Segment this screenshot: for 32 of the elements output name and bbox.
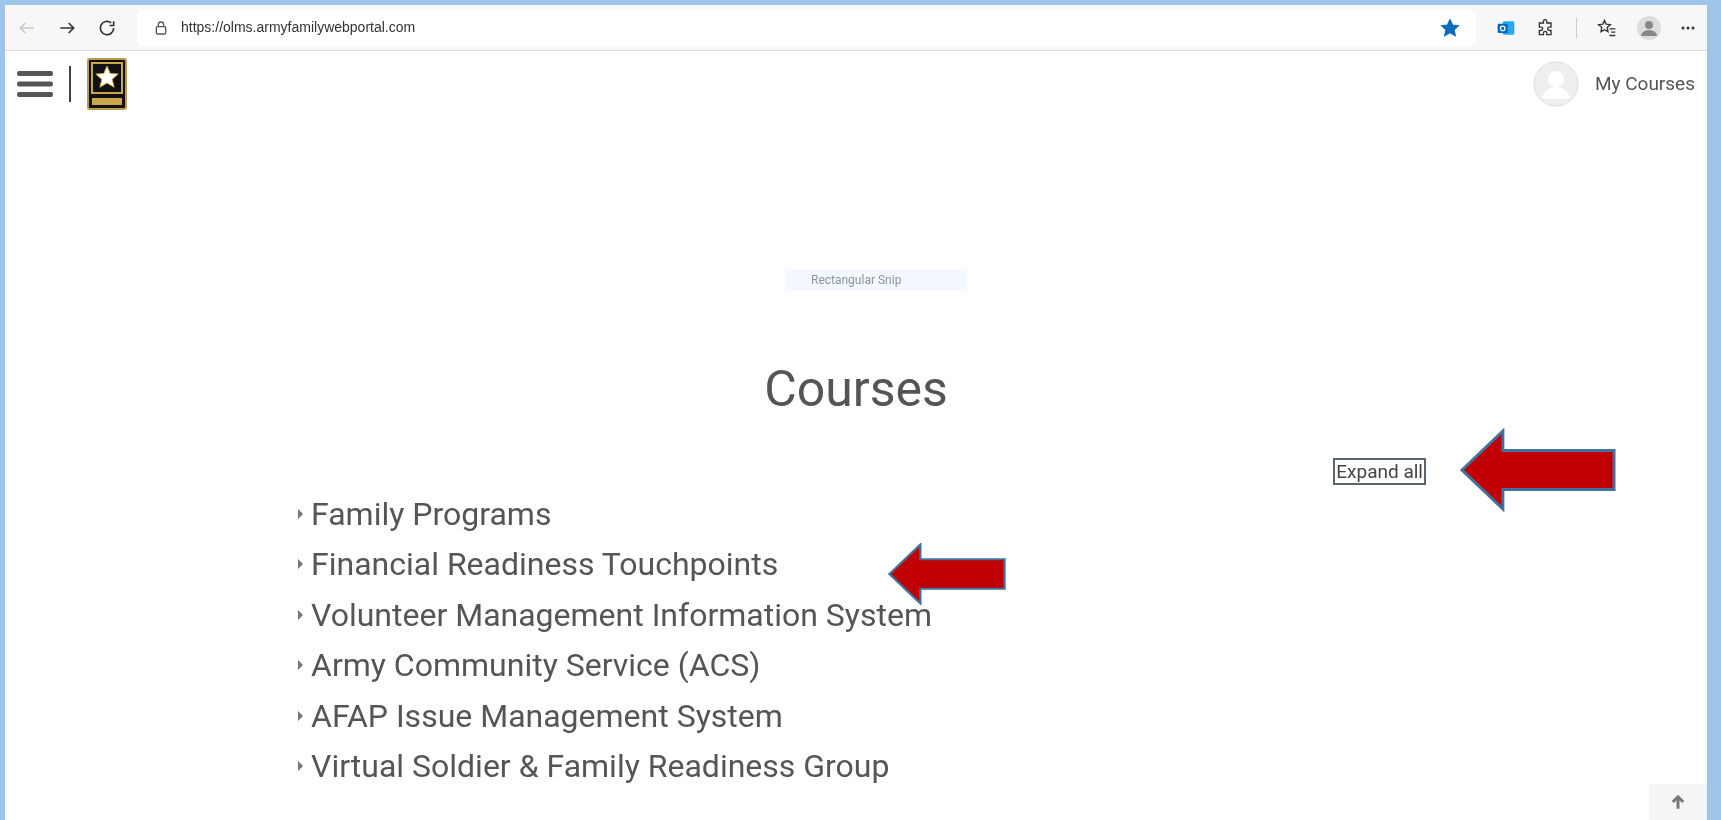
caret-right-icon <box>297 609 303 620</box>
caret-right-icon <box>297 761 303 771</box>
category-link[interactable]: Virtual Soldier & Family Readiness Group <box>297 740 1707 792</box>
my-courses-link[interactable]: My Courses <box>1594 69 1695 99</box>
menu-icon[interactable] <box>17 69 53 99</box>
lock-icon <box>153 19 169 36</box>
category-link[interactable]: Volunteer Management Information System <box>297 589 1707 640</box>
star-logo[interactable] <box>87 58 127 110</box>
favorites-icon[interactable] <box>1597 17 1617 38</box>
profile-icon[interactable] <box>1637 15 1661 40</box>
snip-label: Rectangular Snip <box>811 272 902 289</box>
caret-right-icon <box>297 559 303 569</box>
category-link[interactable]: AFAP Issue Management System <box>297 690 1707 741</box>
category-link[interactable]: Family Programs <box>297 488 1707 539</box>
caret-right-icon <box>297 710 303 721</box>
page-heading: Courses <box>763 359 949 420</box>
category-title[interactable]: AFAP Issue Management System <box>311 691 783 740</box>
address-bar[interactable]: https://olms.armyfamilywebportal.com <box>137 9 1476 46</box>
category-title[interactable]: Family Programs <box>311 489 552 538</box>
category-title[interactable]: Financial Readiness Touchpoints <box>311 540 779 588</box>
arrow-up-icon <box>1669 793 1687 811</box>
category-title[interactable]: Volunteer Management Information System <box>311 590 932 639</box>
url-text: https://olms.armyfamilywebportal.com <box>181 18 417 37</box>
expand-all-button[interactable]: Expand all <box>1333 457 1426 486</box>
caret-right-icon <box>297 660 303 670</box>
category-title[interactable]: Virtual Soldier & Family Readiness Group <box>311 742 890 790</box>
back-to-top-button[interactable] <box>1649 784 1707 820</box>
category-link[interactable]: Army Community Service (ACS) <box>297 639 1707 691</box>
caret-right-icon <box>297 508 303 519</box>
star-icon[interactable] <box>1440 17 1460 38</box>
category-link[interactable]: Financial Readiness Touchpoints <box>297 538 1707 590</box>
category-title[interactable]: Army Community Service (ACS) <box>311 641 761 689</box>
